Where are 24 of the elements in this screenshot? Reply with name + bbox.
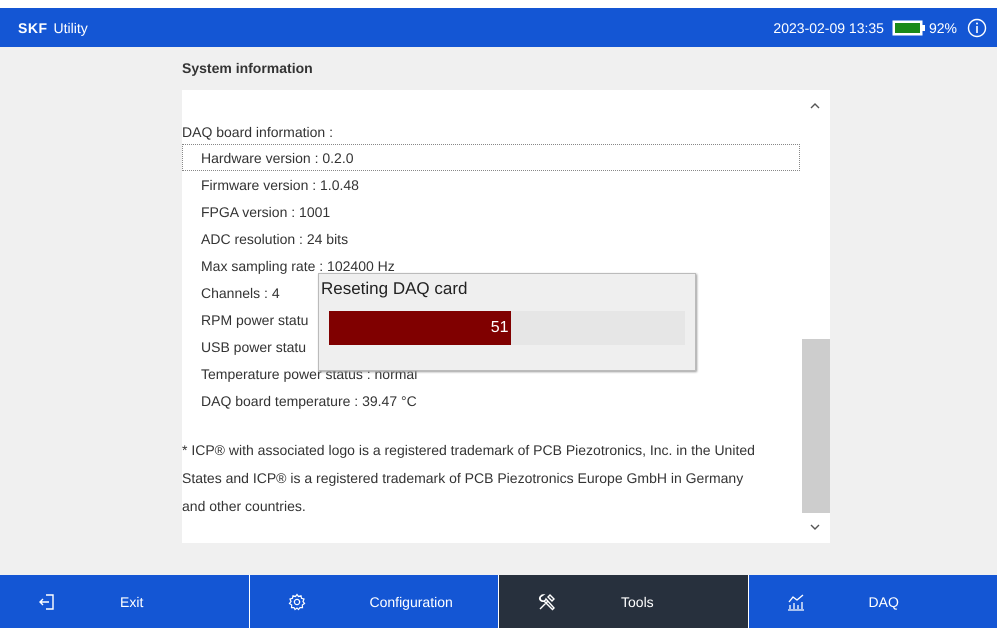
tools-icon — [537, 592, 557, 612]
scrollbar-thumb[interactable] — [802, 339, 830, 513]
gear-icon — [288, 592, 306, 610]
logo: SKF — [18, 20, 48, 36]
info-row[interactable]: Firmware version : 1.0.48 — [182, 171, 800, 198]
datetime: 2023-02-09 13:35 — [773, 20, 884, 36]
page-title: System information — [182, 59, 314, 78]
section-label: DAQ board information : — [182, 124, 334, 142]
exit-icon — [38, 592, 56, 610]
tools-tab[interactable]: Tools — [499, 575, 748, 628]
chart-icon — [786, 592, 804, 610]
scroll-down-icon[interactable] — [810, 523, 820, 531]
info-row[interactable]: FPGA version : 1001 — [182, 198, 800, 225]
battery-percent: 92% — [928, 20, 957, 36]
info-icon[interactable] — [967, 18, 987, 38]
info-row[interactable]: ADC resolution : 24 bits — [182, 225, 800, 252]
footnote: * ICP® with associated logo is a registered trademark of PCB Piezotronics, Inc. in the United States and ICP® is a registered trademark of PCB Piezotronics Europe GmbH in Germany and other countries. — [182, 441, 756, 516]
app-name: Utility — [54, 20, 88, 36]
scroll-up-icon[interactable] — [810, 102, 820, 110]
progress-reading: 51 — [490, 319, 510, 337]
battery-icon — [892, 20, 926, 36]
dialog-title: Reseting DAQ card — [320, 278, 468, 299]
info-row[interactable]: Hardware version : 0.2.0 — [182, 144, 800, 171]
info-row[interactable]: DAQ board temperature : 39.47 °C — [182, 387, 800, 414]
